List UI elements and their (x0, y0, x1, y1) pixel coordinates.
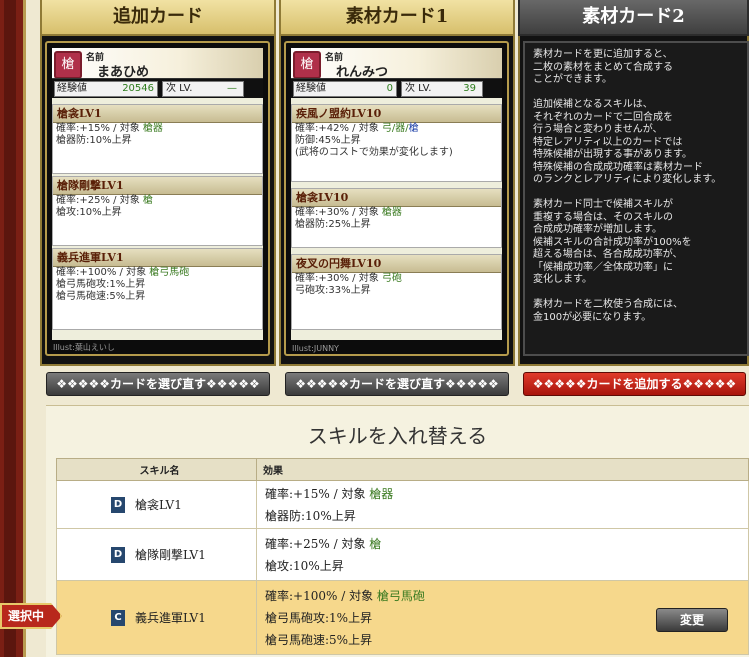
skill-target-2: 槍 (408, 123, 419, 134)
skill-target: 弓砲 (381, 273, 402, 284)
effect-rate: 確率:+100% / 対象 (265, 588, 374, 603)
skill-target: 槍器 (381, 207, 402, 218)
next-level-value: 39 (463, 83, 476, 94)
left-decor-bar (0, 0, 26, 657)
skill-title: 槍衾LV10 (292, 189, 501, 207)
skill-effect: 槍攻:10%上昇 (56, 207, 122, 218)
material2-description: 素材カードを更に追加すると、 二枚の素材をまとめて合成する ことができます。 追… (523, 41, 749, 356)
skill-effect: 槍弓馬砲攻:1%上昇 (56, 279, 146, 290)
skill-slot-1: 疾風ノ盟約LV10 確率:+42% / 対象 弓/器/槍 防御:45%上昇 (武… (291, 104, 502, 182)
page: 追加カード 素材カード1 素材カード2 槍 名前 まあひめ 経験値 20546 次… (0, 0, 749, 657)
skill-rank-icon: C (111, 610, 125, 627)
skill-effect: 槍器防:25%上昇 (295, 219, 371, 230)
effect-line: 槍攻:10%上昇 (265, 558, 344, 573)
skill-name: 槍衾LV1 (135, 497, 182, 512)
skill-rank-icon: D (111, 497, 125, 514)
skill-title: 疾風ノ盟約LV10 (292, 105, 501, 123)
effect-target: 槍弓馬砲 (376, 588, 425, 603)
skill-swap-title: スキルを入れ替える (307, 424, 488, 448)
skill-swap-table: スキル名 効果 D 槍衾LV1 確率:+15% / 対象 槍器 槍器防:10%上昇 … (56, 458, 749, 655)
skill-title: 槍隊剛撃LV1 (53, 177, 262, 195)
exp-value: 0 (386, 83, 393, 94)
effect-rate: 確率:+15% / 対象 (265, 486, 366, 501)
add-card-button[interactable]: ❖❖❖❖❖カードを追加する❖❖❖❖❖ (523, 372, 746, 396)
skill-slot-2: 槍隊剛撃LV1 確率:+25% / 対象 槍 槍攻:10%上昇 (52, 176, 263, 246)
exp-label: 経験値 (296, 83, 326, 94)
selected-flag: 選択中 (0, 603, 62, 629)
skill-rate: 確率:+25% / 対象 (56, 195, 140, 206)
skill-target: 弓/器/ (381, 123, 409, 134)
skill-slot-3: 義兵進軍LV1 確率:+100% / 対象 槍弓馬砲 槍弓馬砲攻:1%上昇 槍弓… (52, 248, 263, 330)
col-skill-name: スキル名 (56, 458, 257, 481)
exp-value: 20546 (122, 83, 154, 94)
skill-rate: 確率:+30% / 対象 (295, 273, 379, 284)
table-row[interactable]: D 槍衾LV1 確率:+15% / 対象 槍器 槍器防:10%上昇 (56, 480, 749, 529)
reselect-material1-button[interactable]: ❖❖❖❖❖カードを選び直す❖❖❖❖❖ (285, 372, 509, 396)
effect-line: 槍器防:10%上昇 (265, 508, 356, 523)
skill-effect-2: 槍弓馬砲速:5%上昇 (56, 291, 146, 302)
skill-name: 義兵進軍LV1 (135, 610, 206, 625)
next-level-value: — (227, 83, 237, 94)
skill-target: 槍 (142, 195, 153, 206)
effect-target: 槍 (369, 536, 382, 551)
add-card[interactable]: 槍 名前 まあひめ 経験値 20546 次 LV. — 槍衾LV1 確率:+15% … (45, 41, 270, 356)
skill-name: 槍隊剛撃LV1 (135, 547, 206, 562)
skill-title: 義兵進軍LV1 (53, 249, 262, 267)
skill-effect-2: (武将のコストで効果が変化します) (295, 147, 453, 158)
effect-rate: 確率:+25% / 対象 (265, 536, 366, 551)
skill-title: 槍衾LV1 (53, 105, 262, 123)
exp-bar: 経験値 0 次 LV. 39 (291, 78, 502, 98)
col-effect: 効果 (256, 458, 749, 481)
next-level-label: 次 LV. (405, 83, 432, 94)
skill-rate: 確率:+30% / 対象 (295, 207, 379, 218)
skill-rate: 確率:+42% / 対象 (295, 123, 379, 134)
exp-label: 経験値 (57, 83, 87, 94)
reselect-add-card-button[interactable]: ❖❖❖❖❖カードを選び直す❖❖❖❖❖ (46, 372, 270, 396)
skill-rate: 確率:+100% / 対象 (56, 267, 147, 278)
table-row-selected[interactable]: C 義兵進軍LV1 確率:+100% / 対象 槍弓馬砲 槍弓馬砲攻:1%上昇 槍弓馬… (56, 580, 749, 655)
table-row[interactable]: D 槍隊剛撃LV1 確率:+25% / 対象 槍槍攻:10%上昇 (56, 528, 749, 581)
skill-swap-section: スキルを入れ替える スキル名 効果 D 槍衾LV1 確率:+15% / 対象 槍器… (46, 405, 749, 657)
effect-target: 槍器 (369, 486, 394, 501)
skill-slot-1: 槍衾LV1 確率:+15% / 対象 槍器 槍器防:10%上昇 (52, 104, 263, 174)
spear-type-icon: 槍 (54, 51, 82, 79)
skill-title: 夜叉の円舞LV10 (292, 255, 501, 273)
skill-slot-2: 槍衾LV10 確率:+30% / 対象 槍器 槍器防:25%上昇 (291, 188, 502, 248)
add-card-header: 追加カード (40, 0, 276, 36)
material1-header: 素材カード1 (279, 0, 515, 36)
change-button[interactable]: 変更 (656, 608, 728, 632)
skill-effect: 防御:45%上昇 (295, 135, 361, 146)
illustrator-credit: Illust:葉山えいし (53, 343, 115, 352)
skill-target: 槍弓馬砲 (149, 267, 190, 278)
spear-type-icon: 槍 (293, 51, 321, 79)
skill-slot-3: 夜叉の円舞LV10 確率:+30% / 対象 弓砲 弓砲攻:33%上昇 (291, 254, 502, 330)
material2-header: 素材カード2 (518, 0, 749, 36)
illustrator-credit: Illust:JUNNY (292, 344, 339, 353)
next-level-label: 次 LV. (166, 83, 193, 94)
skill-effect: 弓砲攻:33%上昇 (295, 285, 371, 296)
exp-bar: 経験値 20546 次 LV. — (52, 78, 263, 98)
skill-rate: 確率:+15% / 対象 (56, 123, 140, 134)
material1-card[interactable]: 槍 名前 れんみつ 経験値 0 次 LV. 39 疾風ノ盟約LV10 確率:+42%… (284, 41, 509, 356)
skill-target: 槍器 (142, 123, 163, 134)
skill-effect: 槍器防:10%上昇 (56, 135, 132, 146)
skill-rank-icon: D (111, 547, 125, 564)
